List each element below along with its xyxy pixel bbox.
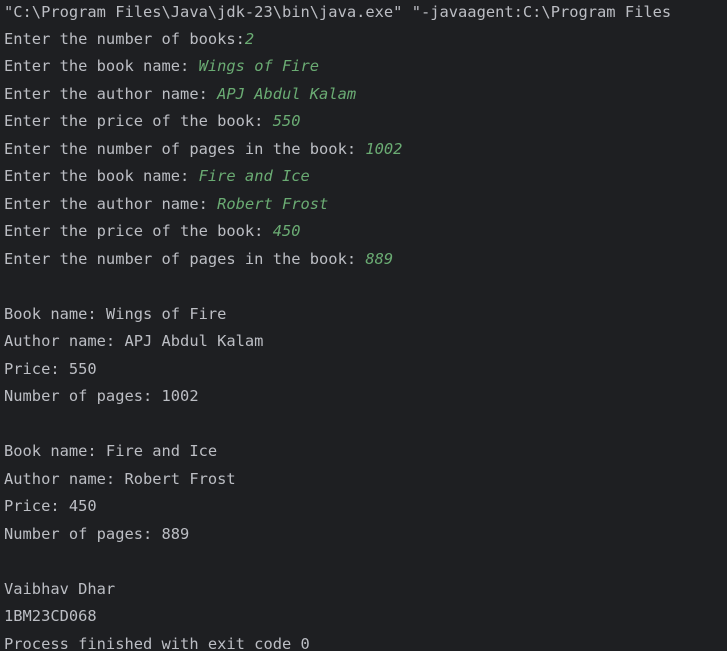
user-input: 450 (272, 222, 301, 240)
user-input: Wings of Fire (198, 57, 320, 75)
prompt-text: Enter the number of pages in the book: (4, 250, 366, 268)
prompt-text: Enter the book name: (4, 167, 199, 185)
run-console-output[interactable]: "C:\Program Files\Java\jdk-23\bin\java.e… (0, 0, 727, 651)
pages-line: Number of pages: 1002 (4, 387, 199, 405)
prompt-text: Enter the number of pages in the book: (4, 140, 366, 158)
prompt-line: Enter the author name: Robert Frost (4, 191, 328, 218)
author-name-line: Author name: APJ Abdul Kalam (4, 332, 264, 350)
user-input: 2 (244, 30, 255, 48)
student-name-line: Vaibhav Dhar (4, 580, 116, 598)
student-id-line: 1BM23CD068 (4, 607, 97, 625)
price-line: Price: 550 (4, 360, 97, 378)
book-name-line: Book name: Fire and Ice (4, 442, 218, 460)
prompt-text: Enter the book name: (4, 57, 199, 75)
price-line: Price: 450 (4, 497, 97, 515)
author-name-line: Author name: Robert Frost (4, 470, 236, 488)
user-input: 1002 (365, 140, 403, 158)
user-input: 889 (365, 250, 394, 268)
user-input: 550 (272, 112, 301, 130)
user-input: APJ Abdul Kalam (217, 85, 357, 103)
prompt-text: Enter the author name: (4, 195, 218, 213)
exit-message-line: Process finished with exit code 0 (4, 635, 310, 651)
prompt-line: Enter the number of books:2 (4, 26, 254, 53)
user-input: Robert Frost (217, 195, 329, 213)
book-name-line: Book name: Wings of Fire (4, 305, 227, 323)
prompt-line: Enter the number of pages in the book: 1… (4, 136, 402, 163)
prompt-text: Enter the price of the book: (4, 112, 273, 130)
user-input: Fire and Ice (198, 167, 310, 185)
prompt-text: Enter the author name: (4, 85, 218, 103)
command-line: "C:\Program Files\Java\jdk-23\bin\java.e… (4, 3, 672, 21)
prompt-line: Enter the price of the book: 550 (4, 108, 301, 135)
pages-line: Number of pages: 889 (4, 525, 190, 543)
prompt-line: Enter the book name: Fire and Ice (4, 163, 310, 190)
prompt-text: Enter the price of the book: (4, 222, 273, 240)
prompt-line: Enter the number of pages in the book: 8… (4, 246, 393, 273)
prompt-line: Enter the price of the book: 450 (4, 218, 301, 245)
prompt-line: Enter the book name: Wings of Fire (4, 53, 319, 80)
prompt-line: Enter the author name: APJ Abdul Kalam (4, 81, 356, 108)
prompt-text: Enter the number of books: (4, 30, 245, 48)
